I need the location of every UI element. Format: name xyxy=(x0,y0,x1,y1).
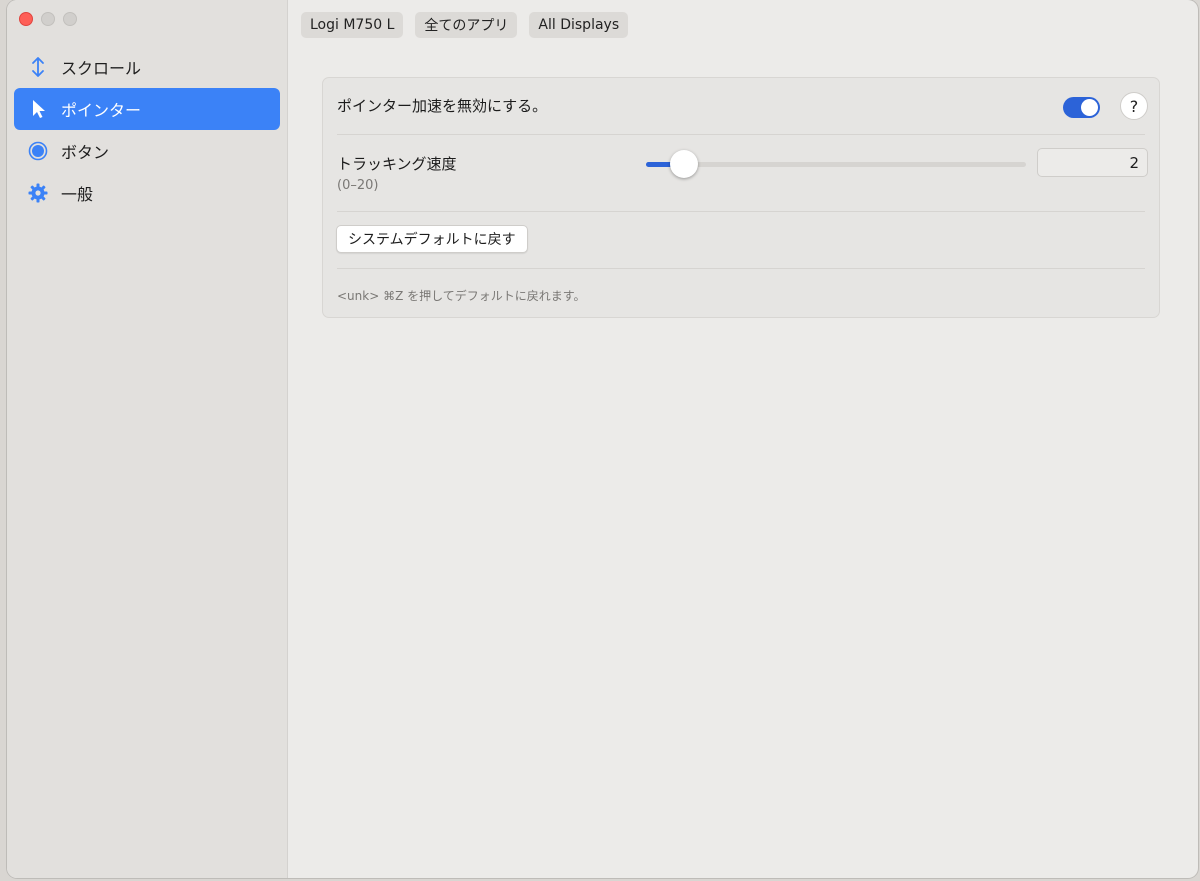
divider xyxy=(337,134,1145,135)
sidebar-item-general[interactable]: 一般 xyxy=(14,172,280,214)
divider xyxy=(337,211,1145,212)
sidebar-item-label: スクロール xyxy=(61,59,142,78)
device-selector[interactable]: Logi M750 L xyxy=(301,12,404,38)
main-content: Logi M750 L 全てのアプリ All Displays ポインター加速を… xyxy=(288,0,1198,878)
minimize-window-button[interactable] xyxy=(41,12,55,26)
pointer-arrow-icon xyxy=(27,98,49,120)
toolbar: Logi M750 L 全てのアプリ All Displays xyxy=(301,12,629,38)
undo-hint-text: <unk> ⌘Z を押してデフォルトに戻れます。 xyxy=(337,289,586,303)
maximize-window-button[interactable] xyxy=(63,12,77,26)
reset-to-default-button[interactable]: システムデフォルトに戻す xyxy=(336,225,528,253)
sidebar-nav: スクロール ポインター ボタン 一般 xyxy=(14,46,280,214)
display-selector[interactable]: All Displays xyxy=(529,12,629,38)
tracking-speed-slider[interactable] xyxy=(646,150,1026,178)
scroll-arrows-icon xyxy=(27,56,49,78)
pointer-settings-panel: ポインター加速を無効にする。 ? トラッキング速度 (0–20) 2 システムデ… xyxy=(322,77,1160,318)
tracking-speed-label: トラッキング速度 xyxy=(337,155,457,173)
sidebar-item-buttons[interactable]: ボタン xyxy=(14,130,280,172)
sidebar-item-label: ポインター xyxy=(61,101,142,120)
tracking-speed-range: (0–20) xyxy=(337,178,379,193)
sidebar: スクロール ポインター ボタン 一般 xyxy=(7,0,288,878)
preferences-window: スクロール ポインター ボタン 一般 Logi M750 L 全てのアプリ Al… xyxy=(7,0,1198,878)
button-circle-icon xyxy=(27,140,49,162)
disable-acceleration-toggle[interactable] xyxy=(1063,97,1100,118)
help-button[interactable]: ? xyxy=(1120,92,1148,120)
slider-thumb[interactable] xyxy=(670,150,698,178)
sidebar-item-scroll[interactable]: スクロール xyxy=(14,46,280,88)
gear-icon xyxy=(27,182,49,204)
sidebar-item-label: 一般 xyxy=(61,185,94,204)
divider xyxy=(337,268,1145,269)
disable-acceleration-label: ポインター加速を無効にする。 xyxy=(337,97,548,115)
app-selector[interactable]: 全てのアプリ xyxy=(415,12,518,38)
close-window-button[interactable] xyxy=(19,12,33,26)
sidebar-item-label: ボタン xyxy=(61,143,110,162)
tracking-speed-value-field[interactable]: 2 xyxy=(1037,148,1148,177)
toggle-knob xyxy=(1081,99,1098,116)
window-controls xyxy=(19,12,77,26)
sidebar-item-pointer[interactable]: ポインター xyxy=(14,88,280,130)
disable-acceleration-row: ポインター加速を無効にする。 ? xyxy=(323,78,1159,134)
